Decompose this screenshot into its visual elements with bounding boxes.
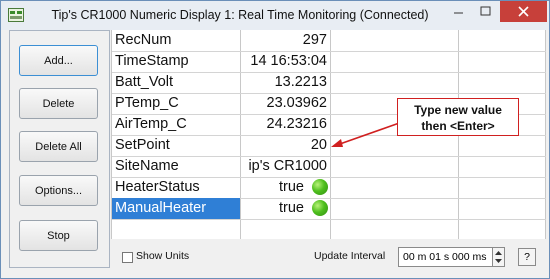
- field-value[interactable]: ip's CR1000: [241, 156, 330, 177]
- instruction-callout: Type new value then <Enter>: [397, 98, 519, 136]
- field-name: RecNum: [115, 32, 172, 48]
- close-icon: [518, 6, 529, 17]
- field-value[interactable]: true: [241, 198, 330, 219]
- title-bar[interactable]: Tip's CR1000 Numeric Display 1: Real Tim…: [1, 1, 549, 30]
- field-name: Batt_Volt: [115, 74, 174, 90]
- minimize-icon: [454, 12, 463, 14]
- show-units-checkbox[interactable]: [122, 252, 133, 263]
- status-bar: Show Units Update Interval 00 m 01 s 000…: [111, 244, 547, 270]
- setpoint-value[interactable]: 20: [241, 135, 330, 156]
- add-button[interactable]: Add...: [19, 45, 98, 76]
- field-value[interactable]: 24.23216: [241, 114, 330, 135]
- stop-button[interactable]: Stop: [19, 220, 98, 251]
- field-name: PTemp_C: [115, 95, 179, 111]
- boolean-value: true: [279, 179, 304, 195]
- field-value[interactable]: 14 16:53:04: [241, 51, 330, 72]
- minimize-button[interactable]: [445, 1, 472, 22]
- show-units-label[interactable]: Show Units: [136, 250, 189, 262]
- help-button[interactable]: ?: [518, 248, 536, 266]
- table-row-empty[interactable]: [112, 219, 546, 240]
- maximize-icon: [480, 6, 491, 16]
- close-button[interactable]: [500, 1, 547, 22]
- field-name: SetPoint: [115, 137, 170, 153]
- field-name: HeaterStatus: [115, 179, 200, 195]
- delete-button[interactable]: Delete: [19, 88, 98, 119]
- field-value[interactable]: true: [241, 177, 330, 198]
- update-interval-input[interactable]: 00 m 01 s 000 ms: [398, 247, 493, 267]
- status-led-icon: [312, 179, 328, 195]
- field-value[interactable]: 297: [241, 30, 330, 51]
- update-interval-spinner[interactable]: [493, 247, 505, 267]
- maximize-button[interactable]: [472, 1, 499, 22]
- app-window: Tip's CR1000 Numeric Display 1: Real Tim…: [0, 0, 550, 279]
- status-led-icon[interactable]: [312, 200, 328, 216]
- boolean-value: true: [279, 200, 304, 216]
- table-row[interactable]: ManualHeater true: [112, 198, 546, 220]
- update-interval-label: Update Interval: [314, 250, 386, 262]
- window-title: Tip's CR1000 Numeric Display 1: Real Tim…: [51, 8, 429, 22]
- field-name: SiteName: [115, 158, 179, 174]
- field-value[interactable]: 13.2213: [241, 72, 330, 93]
- field-name: ManualHeater: [112, 198, 240, 219]
- spinner-arrows-icon: [495, 251, 502, 263]
- table-row[interactable]: TimeStamp 14 16:53:04: [112, 51, 546, 73]
- callout-line-1: Type new value: [414, 103, 502, 117]
- field-name: TimeStamp: [115, 53, 189, 69]
- table-row[interactable]: HeaterStatus true: [112, 177, 546, 199]
- callout-arrow-icon: [331, 120, 406, 147]
- app-icon: [8, 8, 24, 22]
- field-value[interactable]: 23.03962: [241, 93, 330, 114]
- table-row[interactable]: RecNum 297: [112, 30, 546, 52]
- callout-line-2: then <Enter>: [421, 119, 495, 133]
- button-panel: Add... Delete Delete All Options... Stop: [9, 30, 110, 268]
- field-name: AirTemp_C: [115, 116, 187, 132]
- table-row[interactable]: SiteName ip's CR1000: [112, 156, 546, 178]
- options-button[interactable]: Options...: [19, 175, 98, 206]
- delete-all-button[interactable]: Delete All: [19, 131, 98, 162]
- table-row[interactable]: Batt_Volt 13.2213: [112, 72, 546, 94]
